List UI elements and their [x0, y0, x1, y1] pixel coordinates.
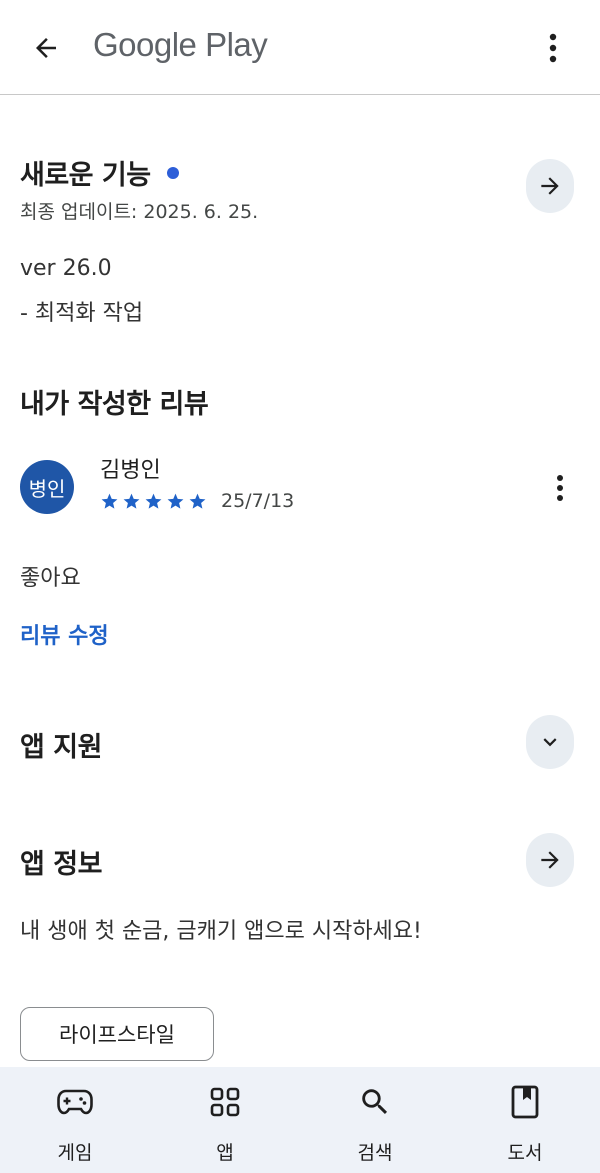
chevron-down-icon [543, 738, 557, 747]
nav-item-games[interactable]: 게임 [0, 1067, 150, 1173]
google-play-logo-text: Google Play [93, 26, 268, 63]
gamepad-icon [57, 1089, 93, 1115]
star-icon [123, 493, 140, 509]
book-icon [511, 1085, 539, 1119]
new-indicator-dot [166, 166, 179, 179]
apps-grid-icon [210, 1087, 240, 1117]
version-text: ver 26.0 [20, 256, 112, 281]
app-info-heading: 앱 정보 [20, 849, 102, 880]
avatar: 병인 [20, 460, 74, 514]
nav-item-books[interactable]: 도서 [450, 1067, 600, 1173]
review-meta: 25/7/13 [100, 490, 294, 512]
nav-label-books: 도서 [507, 1142, 543, 1164]
app-description: 내 생애 첫 순금, 금캐기 앱으로 시작하세요! [20, 919, 422, 944]
arrow-forward-icon [541, 177, 559, 195]
more-options-button[interactable] [536, 28, 570, 68]
arrow-back-icon [36, 38, 56, 58]
app-support-expand-button[interactable] [526, 715, 574, 769]
star-icon [189, 493, 206, 509]
app-info-arrow-button[interactable] [526, 833, 574, 887]
review-more-options-button[interactable] [550, 472, 570, 504]
nav-label-search: 검색 [357, 1142, 393, 1164]
nav-item-apps[interactable]: 앱 [150, 1067, 300, 1173]
whats-new-heading: 새로운 기능 [20, 160, 151, 191]
my-review-heading: 내가 작성한 리뷰 [20, 389, 209, 420]
reviewer-name: 김병인 [100, 458, 161, 483]
nav-item-search[interactable]: 검색 [300, 1067, 450, 1173]
star-icon [167, 493, 184, 509]
star-rating [100, 492, 207, 511]
more-vert-icon [549, 33, 557, 63]
more-vert-icon [557, 475, 563, 501]
nav-label-apps: 앱 [216, 1142, 234, 1164]
search-icon [362, 1089, 388, 1115]
star-icon [145, 493, 162, 509]
app-support-heading: 앱 지원 [20, 732, 102, 763]
back-button[interactable] [26, 28, 66, 68]
release-note-text: - 최적화 작업 [20, 301, 144, 326]
whats-new-header: 새로운 기능 [20, 153, 179, 192]
edit-review-link[interactable]: 리뷰 수정 [20, 618, 109, 650]
review-date: 25/7/13 [221, 490, 295, 512]
whats-new-arrow-button[interactable] [526, 159, 574, 213]
top-app-bar: Google Play [0, 0, 600, 95]
last-updated-text: 최종 업데이트: 2025. 6. 25. [20, 201, 259, 223]
star-icon [101, 493, 118, 509]
review-text: 좋아요 [20, 566, 81, 591]
nav-label-games: 게임 [57, 1142, 93, 1164]
bottom-navigation: 게임 앱 검색 도서 [0, 1067, 600, 1173]
arrow-forward-icon [541, 851, 559, 869]
category-chip[interactable]: 라이프스타일 [20, 1007, 214, 1061]
